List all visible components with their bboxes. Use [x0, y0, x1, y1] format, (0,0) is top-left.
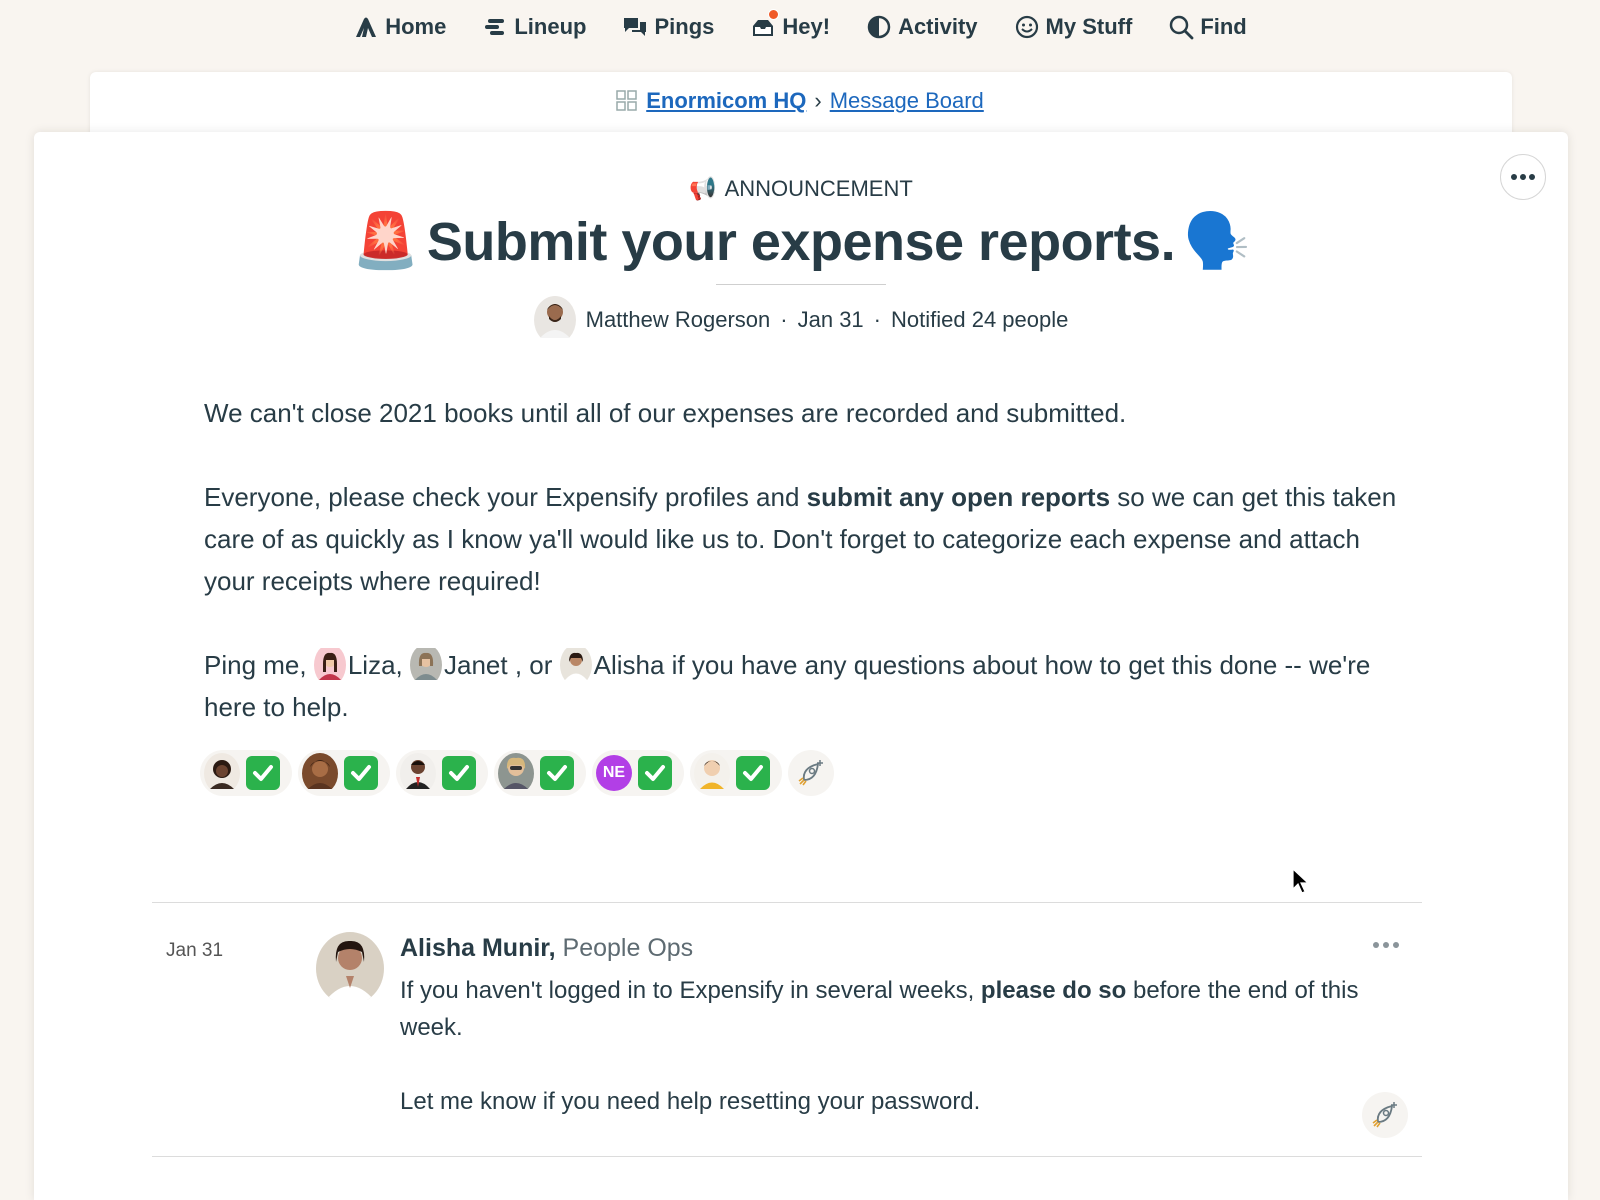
comment-body: If you haven't logged in to Expensify in… [400, 972, 1360, 1157]
lineup-icon [485, 19, 505, 35]
message-byline: Matthew Rogerson · Jan 31 · Notified 24 … [34, 296, 1568, 344]
check-mark-icon [638, 756, 672, 790]
boost-item[interactable] [494, 750, 586, 796]
home-icon [356, 17, 377, 37]
check-mark-icon [736, 756, 770, 790]
more-dots-icon [1373, 942, 1399, 948]
nav-home-label: Home [385, 14, 447, 39]
byline-dot: · [780, 307, 788, 332]
boost-avatar [400, 752, 436, 794]
breadcrumb-project-link[interactable]: Enormicom HQ [646, 88, 806, 114]
byline-dot: · [873, 307, 881, 332]
speaking-head-icon: 🗣️ [1183, 211, 1250, 271]
nav-pings[interactable]: Pings [622, 14, 714, 40]
nav-find[interactable]: Find [1168, 14, 1247, 40]
message-date: Jan 31 [797, 307, 864, 332]
paragraph-1: We can't close 2021 books until all of o… [204, 398, 1127, 428]
breadcrumb: Enormicom HQ › Message Board [0, 88, 1600, 114]
mention-text: Alisha [593, 650, 665, 680]
nav-pings-label: Pings [654, 14, 715, 39]
boost-avatar [694, 752, 730, 794]
comment-divider-top [152, 902, 1422, 903]
text: Everyone, please check your Expensify pr… [204, 482, 807, 512]
mention-alisha[interactable]: Alisha [559, 644, 665, 686]
check-mark-icon [246, 756, 280, 790]
janet-avatar [409, 644, 442, 686]
mention-janet[interactable]: Janet [409, 644, 508, 686]
activity-icon [867, 15, 891, 39]
boost-item[interactable] [690, 750, 782, 796]
boost-avatar [498, 752, 534, 794]
text: If you haven't logged in to Expensify in… [400, 977, 981, 1004]
comment-header: Alisha Munir, People Ops [400, 934, 693, 963]
message-sheet: 📢 ANNOUNCEMENT 🚨 Submit your expense rep… [34, 132, 1568, 1200]
mention-text: Janet [443, 650, 508, 680]
commenter-role: People Ops [555, 934, 694, 962]
rocket-icon [1372, 1102, 1397, 1128]
boost-item[interactable]: NE [592, 750, 684, 796]
top-nav: Home Lineup Pings Hey! Activity My Stuff… [0, 0, 1600, 54]
author-name[interactable]: Matthew Rogerson [586, 307, 771, 333]
notification-dot [768, 9, 780, 20]
my-stuff-icon [1015, 15, 1038, 39]
message-title-text: Submit your expense reports. [426, 211, 1176, 272]
message-body: We can't close 2021 books until all of o… [204, 392, 1404, 770]
liza-avatar [313, 644, 346, 686]
category-label: ANNOUNCEMENT [724, 176, 913, 201]
bold-text: submit any open reports [806, 482, 1111, 512]
boost-avatar [302, 752, 338, 794]
text: , or [507, 650, 560, 680]
paragraph-3: Ping me, Liza, Janet , or Alisha if you … [204, 644, 1404, 728]
check-mark-icon [540, 756, 574, 790]
mention-text: Liza [347, 650, 396, 680]
message-category: 📢 ANNOUNCEMENT [34, 176, 1568, 202]
boost-item[interactable] [200, 750, 292, 796]
comment-line-1: If you haven't logged in to Expensify in… [400, 972, 1360, 1046]
notified-count[interactable]: Notified 24 people [891, 307, 1068, 333]
project-grid-icon [616, 90, 637, 111]
alisha-avatar [559, 644, 592, 686]
boost-avatar [204, 752, 240, 794]
boost-avatar-initials: NE [596, 755, 632, 791]
nav-hey[interactable]: Hey! [750, 9, 831, 40]
comment-date[interactable]: Jan 31 [166, 940, 223, 962]
check-mark-icon [442, 756, 476, 790]
nav-my-stuff-label: My Stuff [1045, 14, 1133, 39]
boost-list: NE [200, 750, 834, 796]
paragraph-2: Everyone, please check your Expensify pr… [204, 476, 1404, 602]
commenter-name[interactable]: Alisha Munir, [400, 934, 556, 962]
comment-boost-button[interactable] [1362, 1092, 1408, 1138]
siren-icon: 🚨 [352, 211, 419, 271]
mouse-cursor-icon [1292, 868, 1310, 894]
message-title: 🚨 Submit your expense reports. 🗣️ [34, 210, 1568, 273]
nav-my-stuff[interactable]: My Stuff [1014, 14, 1133, 40]
nav-activity[interactable]: Activity [866, 14, 978, 40]
mention-liza[interactable]: Liza [313, 644, 396, 686]
boost-item[interactable] [298, 750, 390, 796]
nav-hey-label: Hey! [782, 14, 831, 39]
breadcrumb-separator: › [814, 88, 822, 113]
breadcrumb-tool-link[interactable]: Message Board [830, 88, 984, 114]
megaphone-icon: 📢 [689, 176, 717, 201]
add-boost-button[interactable] [788, 750, 834, 796]
find-icon [1170, 15, 1194, 40]
nav-lineup-label: Lineup [514, 14, 587, 39]
nav-activity-label: Activity [898, 14, 978, 39]
text: , [395, 650, 410, 680]
text: Ping me, [204, 650, 314, 680]
pings-icon [624, 18, 647, 36]
check-mark-icon [344, 756, 378, 790]
rocket-icon [798, 760, 823, 786]
comment-divider-bottom [152, 1156, 1422, 1157]
bold-text: please do so [980, 977, 1127, 1004]
author-avatar[interactable] [533, 296, 576, 344]
boost-item[interactable] [396, 750, 488, 796]
title-underline [716, 284, 886, 285]
nav-find-label: Find [1200, 14, 1247, 39]
nav-lineup[interactable]: Lineup [482, 14, 586, 40]
commenter-avatar[interactable] [316, 932, 384, 1005]
nav-home[interactable]: Home [353, 14, 446, 40]
comment-options-button[interactable] [1372, 936, 1400, 954]
comment-line-2: Let me know if you need help resetting y… [400, 1088, 981, 1115]
